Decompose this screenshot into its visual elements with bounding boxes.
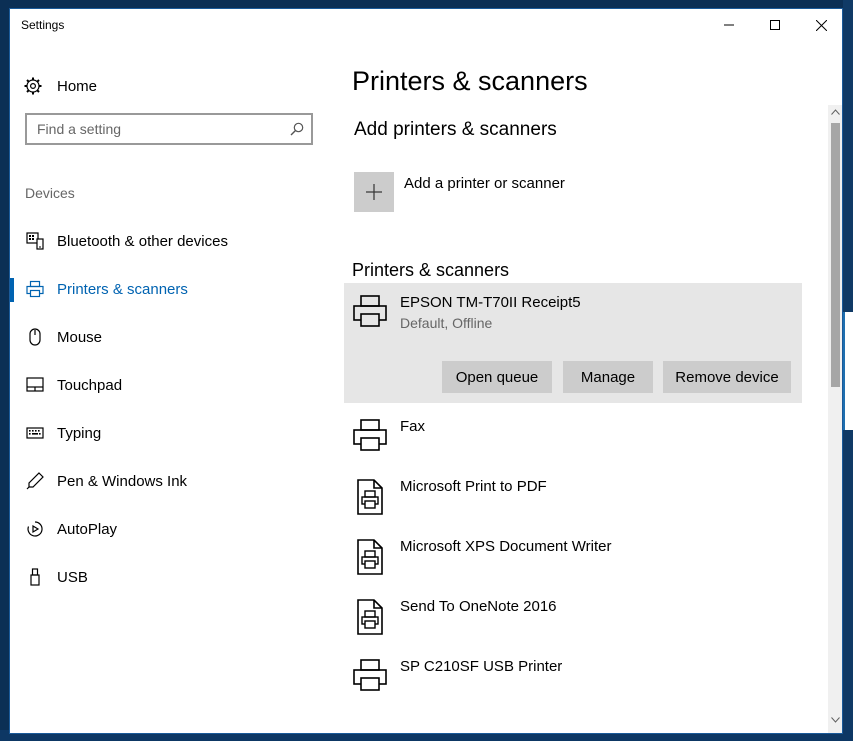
- add-printer-button[interactable]: [354, 172, 394, 212]
- vertical-scrollbar[interactable]: [828, 105, 842, 733]
- sidebar-item-label: Mouse: [57, 329, 103, 346]
- sidebar-item-bluetooth[interactable]: Bluetooth & other devices: [10, 218, 340, 266]
- main-content: Printers & scanners Add printers & scann…: [340, 41, 828, 733]
- printer-icon: [353, 659, 387, 691]
- chevron-down-icon[interactable]: [831, 717, 840, 723]
- bluetooth-devices-icon: [26, 232, 44, 250]
- settings-window: Settings Home Find a setting Devices Blu…: [9, 8, 843, 734]
- search-box[interactable]: [25, 113, 313, 145]
- sidebar-nav: Bluetooth & other devices Printers & sca…: [10, 218, 340, 602]
- sidebar-item-pen[interactable]: Pen & Windows Ink: [10, 458, 340, 506]
- sidebar-item-touchpad[interactable]: Touchpad: [10, 362, 340, 410]
- document-printer-icon: [357, 599, 383, 635]
- sidebar-item-label: Printers & scanners: [57, 281, 188, 298]
- document-printer-icon: [357, 539, 383, 575]
- home-label: Home: [57, 77, 98, 95]
- scrollbar-thumb[interactable]: [831, 123, 840, 387]
- plus-icon: [366, 184, 382, 200]
- printer-icon: [353, 295, 387, 327]
- device-item-onenote[interactable]: Send To OneNote 2016: [344, 587, 802, 647]
- sidebar-item-usb[interactable]: USB: [10, 554, 340, 602]
- device-item-xps-writer[interactable]: Microsoft XPS Document Writer: [344, 527, 802, 587]
- add-printer-label[interactable]: Add a printer or scanner: [404, 175, 565, 192]
- sidebar-item-printers[interactable]: Printers & scanners: [10, 266, 340, 314]
- sidebar-item-label: Touchpad: [57, 377, 123, 394]
- title-bar[interactable]: Settings: [10, 9, 842, 41]
- manage-button[interactable]: Manage: [563, 361, 653, 393]
- device-item-epson[interactable]: EPSON TM-T70II Receipt5 Default, Offline…: [344, 283, 802, 403]
- section-label-devices: Devices: [25, 185, 75, 201]
- device-name: Microsoft Print to PDF: [400, 478, 547, 495]
- device-item-print-to-pdf[interactable]: Microsoft Print to PDF: [344, 467, 802, 527]
- search-icon[interactable]: [290, 122, 304, 136]
- printer-icon: [353, 419, 387, 451]
- home-link[interactable]: Home: [24, 74, 97, 98]
- device-item-sp-c210sf[interactable]: SP C210SF USB Printer: [344, 647, 802, 707]
- chevron-up-icon[interactable]: [831, 109, 840, 115]
- sidebar-item-label: USB: [57, 569, 88, 586]
- touchpad-icon: [26, 377, 44, 392]
- sidebar-item-label: Bluetooth & other devices: [57, 233, 228, 250]
- minimize-icon: [724, 24, 734, 26]
- minimize-button[interactable]: [706, 9, 752, 41]
- active-indicator: [10, 278, 14, 302]
- keyboard-icon: [26, 427, 44, 439]
- remove-device-button[interactable]: Remove device: [663, 361, 791, 393]
- device-name: EPSON TM-T70II Receipt5: [400, 294, 581, 311]
- device-name: SP C210SF USB Printer: [400, 658, 563, 675]
- mouse-icon: [29, 328, 41, 346]
- open-queue-button[interactable]: Open queue: [442, 361, 552, 393]
- list-section-title: Printers & scanners: [352, 260, 510, 280]
- device-name: Send To OneNote 2016: [400, 598, 557, 615]
- device-name: Fax: [400, 418, 426, 435]
- printer-icon: [26, 280, 44, 298]
- sidebar-item-label: Typing: [57, 425, 102, 442]
- add-section-title: Add printers & scanners: [354, 119, 557, 140]
- device-name: Microsoft XPS Document Writer: [400, 538, 612, 555]
- close-button[interactable]: [798, 9, 842, 41]
- background-window-edge: [843, 312, 853, 430]
- device-status: Default, Offline: [400, 315, 493, 331]
- maximize-button[interactable]: [752, 9, 798, 41]
- device-item-fax[interactable]: Fax: [344, 407, 802, 467]
- sidebar: Home Devices Bluetooth & other devices: [10, 41, 340, 733]
- sidebar-item-label: Pen & Windows Ink: [57, 473, 188, 490]
- sidebar-item-mouse[interactable]: Mouse: [10, 314, 340, 362]
- maximize-icon: [770, 20, 780, 30]
- page-title: Printers & scanners: [352, 66, 588, 96]
- gear-icon: [24, 77, 42, 95]
- close-icon: [815, 19, 827, 31]
- window-title: Settings: [21, 18, 65, 32]
- autoplay-icon: [27, 521, 43, 537]
- sidebar-item-label: AutoPlay: [57, 521, 118, 538]
- sidebar-item-typing[interactable]: Typing: [10, 410, 340, 458]
- document-printer-icon: [357, 479, 383, 515]
- pen-icon: [26, 472, 44, 490]
- usb-icon: [30, 568, 40, 586]
- search-input[interactable]: [37, 120, 277, 138]
- sidebar-item-autoplay[interactable]: AutoPlay: [10, 506, 340, 554]
